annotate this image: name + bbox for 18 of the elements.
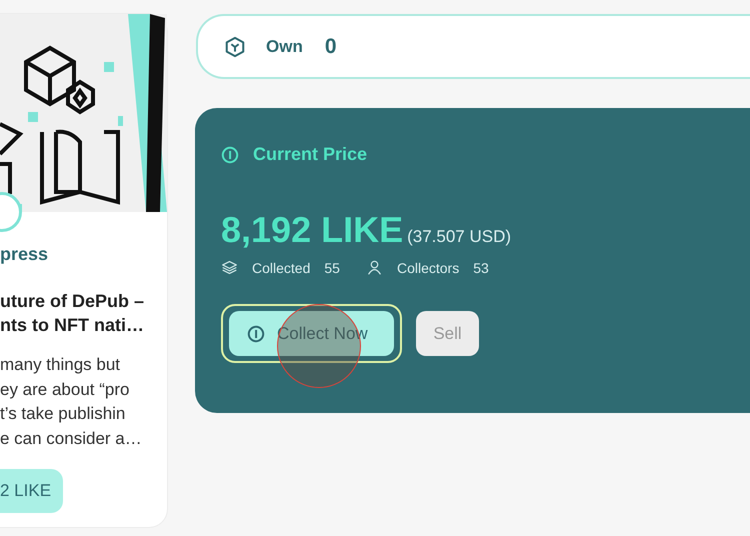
- stat-value: 55: [324, 260, 340, 276]
- person-icon: [366, 259, 383, 276]
- article-title[interactable]: uture of DePub – nts to NFT nati…: [0, 289, 167, 337]
- own-count: 0: [324, 34, 337, 58]
- info-icon: [221, 146, 239, 164]
- publisher-name[interactable]: press: [0, 244, 167, 265]
- stat-value: 53: [473, 260, 489, 276]
- price-button[interactable]: 2 LIKE: [0, 469, 63, 513]
- stat-label: Collected: [252, 260, 310, 276]
- info-icon: [247, 324, 265, 342]
- price-amount: 8,192 LIKE: [221, 209, 404, 251]
- article-excerpt: many things but ey are about “pro t’s take publishin e can consider a…: [0, 354, 143, 450]
- own-label: Own: [266, 36, 303, 56]
- layers-icon: [221, 259, 238, 276]
- cube-icon: [224, 36, 246, 58]
- current-price-label: Current Price: [253, 144, 368, 165]
- stat-label: Collectors: [396, 260, 460, 276]
- fiat-amount: (37.507 USD): [407, 227, 512, 247]
